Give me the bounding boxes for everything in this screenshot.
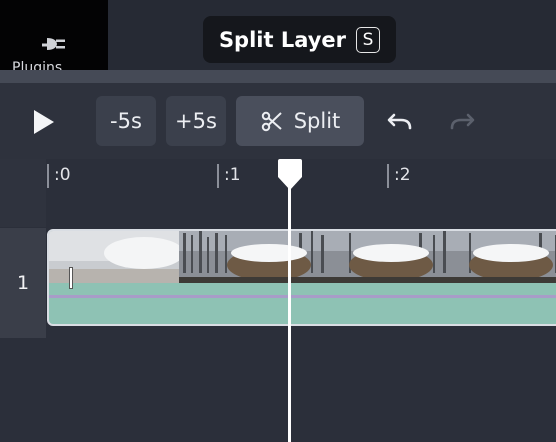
video-clip[interactable] — [47, 229, 556, 326]
plugins-label: Plugins — [12, 60, 63, 70]
shortcut-key-badge: S — [356, 26, 381, 53]
ruler-tick — [217, 164, 219, 188]
ruler-label-1: :1 — [224, 165, 241, 185]
split-label: Split — [293, 109, 341, 133]
panel-divider[interactable] — [0, 70, 556, 83]
clip-trim-handle[interactable] — [69, 267, 73, 289]
timeline-area: :0 :1 :2 1 — [0, 159, 556, 442]
playhead-handle[interactable] — [276, 159, 304, 191]
ruler-gutter — [0, 159, 46, 227]
scissors-icon — [261, 111, 282, 132]
redo-icon[interactable] — [448, 111, 476, 133]
ruler-label-0: :0 — [54, 165, 71, 185]
ruler-label-2: :2 — [394, 165, 411, 185]
ruler-tick — [47, 164, 49, 188]
ruler-tick — [387, 164, 389, 188]
plug-icon — [42, 38, 65, 50]
timeline-toolbar: -5s +5s Split — [0, 83, 556, 159]
plugins-tab[interactable]: Plugins — [0, 0, 108, 70]
track-number: 1 — [0, 228, 46, 338]
playhead-line — [288, 160, 291, 442]
audio-waveform — [49, 295, 556, 298]
play-icon[interactable] — [29, 108, 57, 136]
split-layer-tooltip: Split Layer S — [203, 16, 396, 63]
tooltip-text: Split Layer — [218, 27, 347, 52]
undo-icon[interactable] — [386, 111, 414, 133]
back-5s-button[interactable]: -5s — [96, 96, 156, 146]
forward-5s-button[interactable]: +5s — [166, 96, 226, 146]
split-button[interactable]: Split — [236, 96, 364, 146]
clip-thumbnails — [49, 231, 556, 283]
top-bar: Plugins Split Layer S — [0, 0, 556, 70]
